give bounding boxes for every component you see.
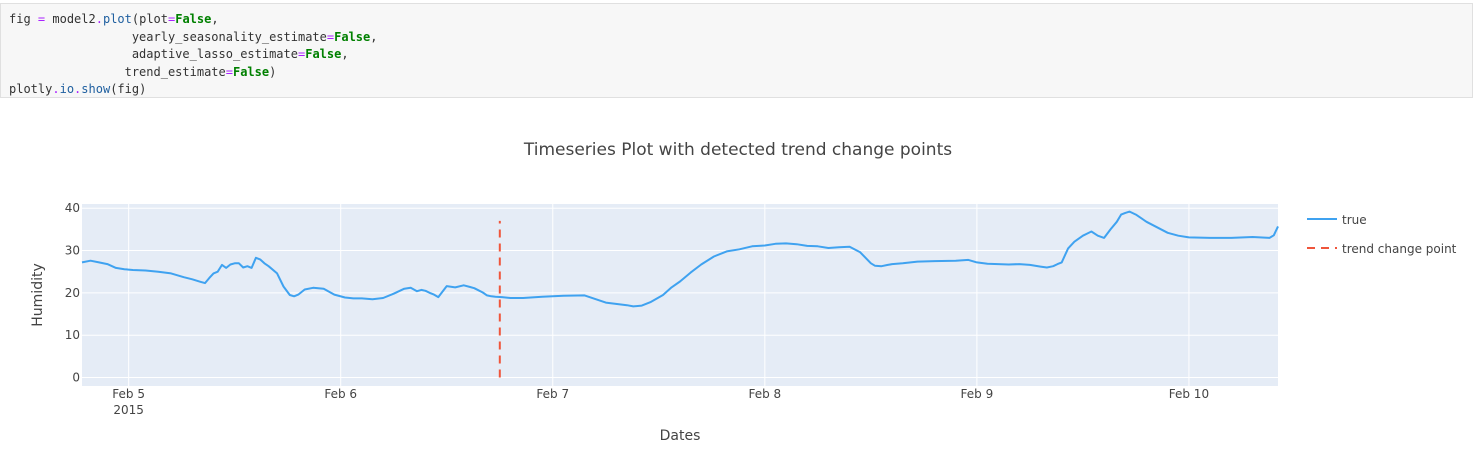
code-text: fig = model2.plot(plot=False, yearly_sea… <box>1 4 1472 99</box>
code-line: plotly.io.show(fig) <box>9 82 146 96</box>
code-token: False <box>305 47 342 61</box>
y-tick-label: 0 <box>72 371 80 385</box>
x-tick-label: Feb 10 <box>1169 387 1209 401</box>
x-axis-label: Dates <box>660 428 701 444</box>
code-token: False <box>232 64 270 79</box>
y-tick-label: 10 <box>65 328 80 342</box>
code-token: adaptive_lasso_estimate <box>9 47 298 61</box>
x-tick-label: Feb 6 <box>324 387 357 401</box>
code-token: = <box>225 64 233 79</box>
code-token: , <box>370 29 378 44</box>
x-tick-label: Feb 8 <box>748 387 781 401</box>
code-token: io <box>59 82 75 96</box>
code-token: model2 <box>45 12 96 26</box>
y-axis-ticks: 0 10 20 30 40 <box>65 201 80 384</box>
code-token: , <box>211 12 219 26</box>
code-cell[interactable]: fig = model2.plot(plot=False, yearly_sea… <box>0 3 1473 98</box>
code-line: yearly_seasonality_estimate=False, <box>9 29 378 44</box>
code-token: , <box>341 47 349 61</box>
x-tick-label: Feb 7 <box>536 387 569 401</box>
x-tick-label: Feb 9 <box>961 387 994 401</box>
legend-item-trend-change-point[interactable]: trend change point <box>1307 242 1457 256</box>
legend-item-true[interactable]: true <box>1307 213 1367 227</box>
code-token: (plot <box>131 12 168 26</box>
code-token: yearly_seasonality_estimate <box>9 29 327 44</box>
y-tick-label: 20 <box>65 286 80 300</box>
code-token: trend_estimate <box>9 64 226 79</box>
chart-title: Timeseries Plot with detected trend chan… <box>523 140 952 160</box>
x-axis-ticks: Feb 5 2015 Feb 6 Feb 7 Feb 8 Feb 9 Feb 10 <box>112 387 1209 417</box>
y-tick-label: 30 <box>65 244 80 258</box>
code-line: fig = model2.plot(plot=False, <box>9 12 219 26</box>
code-token: False <box>175 12 212 26</box>
y-axis-label: Humidity <box>30 263 46 326</box>
x-tick-label: Feb 5 <box>112 387 145 401</box>
y-tick-label: 40 <box>65 201 80 215</box>
code-line: trend_estimate=False) <box>9 64 277 79</box>
code-token: False <box>334 29 371 44</box>
code-token: fig <box>9 12 31 26</box>
code-token: ) <box>269 64 277 79</box>
legend-label-true: true <box>1342 213 1367 227</box>
x-tick-sublabel: 2015 <box>113 403 144 417</box>
code-line: adaptive_lasso_estimate=False, <box>9 47 349 61</box>
legend[interactable]: true trend change point <box>1307 213 1457 256</box>
code-token: . <box>52 82 60 96</box>
code-token: . <box>95 12 103 26</box>
code-token: plotly <box>9 82 53 96</box>
code-token: show <box>81 82 111 96</box>
legend-label-trend-change-point: trend change point <box>1342 242 1457 256</box>
timeseries-chart: Timeseries Plot with detected trend chan… <box>30 140 1457 444</box>
code-token: (fig) <box>110 82 147 96</box>
code-token: plot <box>102 12 132 26</box>
plot-area <box>82 204 1278 386</box>
